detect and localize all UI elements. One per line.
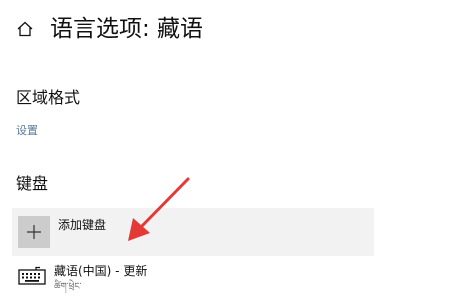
keyboard-subtitle: ཚིག་ཕྲེང་ bbox=[54, 282, 82, 292]
page-title: 语言选项: 藏语 bbox=[50, 16, 204, 42]
add-keyboard-button[interactable]: 添加键盘 bbox=[12, 208, 374, 256]
home-icon[interactable] bbox=[16, 20, 34, 38]
keyboard-icon bbox=[18, 266, 46, 286]
add-keyboard-label: 添加键盘 bbox=[58, 218, 107, 232]
add-keyboard-tile bbox=[18, 216, 50, 248]
keyboard-name: 藏语(中国) - 更新 bbox=[54, 264, 148, 278]
keyboard-heading: 键盘 bbox=[16, 174, 49, 193]
region-settings-link[interactable]: 设置 bbox=[16, 123, 38, 139]
plus-icon bbox=[27, 225, 41, 239]
region-format-heading: 区域格式 bbox=[16, 88, 81, 107]
keyboard-list-item[interactable]: 藏语(中国) - 更新 ཚིག་ཕྲེང་ bbox=[12, 258, 374, 296]
